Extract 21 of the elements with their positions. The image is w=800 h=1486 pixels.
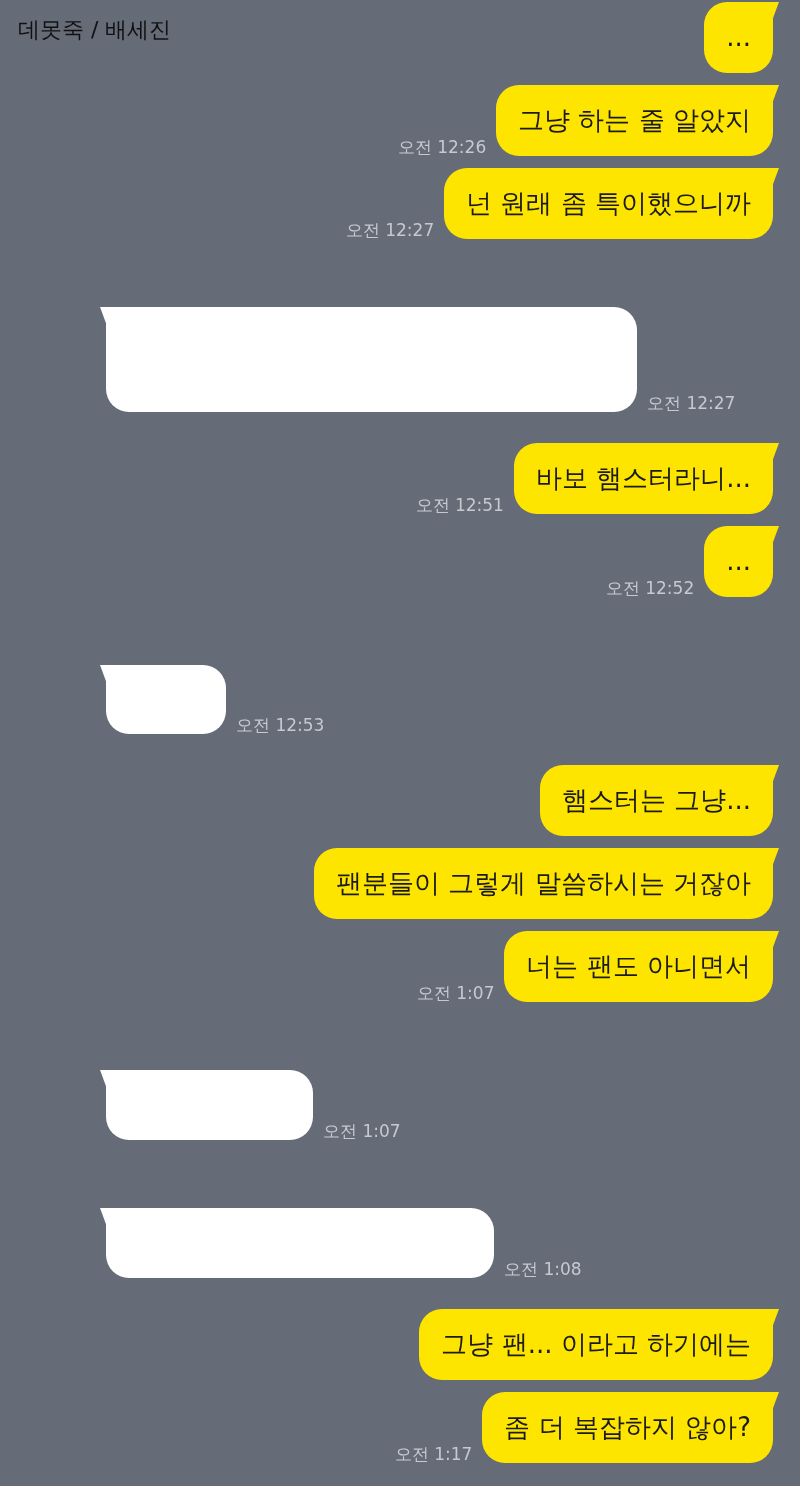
chat-title: 데못죽 / 배세진	[18, 16, 172, 44]
message-bubble: 햄스터는 그냥...	[539, 765, 779, 836]
message-time: 오전 12:27	[647, 393, 736, 413]
message-bubble: 넌 원래 좀 특이했으니까	[444, 168, 779, 239]
message-time: 오전 12:27	[345, 220, 435, 240]
message-bubble: 바보 햄스터라니...	[513, 443, 779, 514]
message-time: 오전 12:51	[415, 495, 504, 515]
message-bubble: 그냥 하는 줄 알았지	[496, 85, 779, 156]
message-bubble: 팬분들이 그렇게 말씀하시는 거잖아	[314, 848, 779, 919]
message-time: 오전 1:07	[323, 1121, 401, 1141]
message-time: 오전 12:53	[236, 715, 325, 735]
message-time: 오전 1:07	[416, 983, 495, 1003]
message-time: 오전 1:08	[504, 1259, 582, 1279]
message-bubble: ...	[704, 2, 779, 73]
message-bubble: ...	[704, 526, 779, 597]
message-time: 오전 1:17	[394, 1444, 473, 1464]
message-time: 오전 12:26	[397, 137, 487, 157]
message-time: 오전 12:52	[605, 578, 695, 598]
message-bubble: 그냥 팬... 이라고 하기에는	[419, 1309, 779, 1380]
message-bubble: 너는 팬도 아니면서	[504, 931, 779, 1002]
message-bubble: 좀 더 복잡하지 않아?	[482, 1392, 779, 1463]
